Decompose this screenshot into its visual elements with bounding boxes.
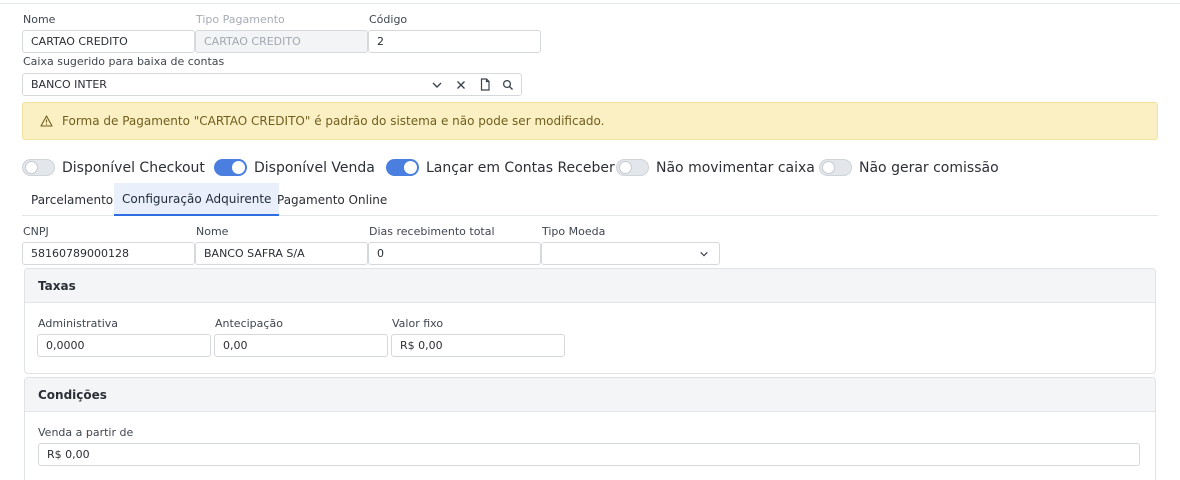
codigo-label: Código <box>369 13 408 26</box>
dias-recebimento-label: Dias recebimento total <box>369 225 495 238</box>
codigo-input[interactable]: 2 <box>368 30 541 53</box>
toggle-label: Disponível Venda <box>254 159 375 176</box>
cnpj-label: CNPJ <box>23 225 49 238</box>
toggle-nao-gerar-comissao[interactable]: Não gerar comissão <box>819 159 999 176</box>
alert-text: Forma de Pagamento "CARTAO CREDITO" é pa… <box>62 114 605 128</box>
venda-a-partir-input[interactable]: R$ 0,00 <box>38 443 1140 466</box>
chevron-down-icon[interactable] <box>428 76 446 94</box>
adquirente-nome-input[interactable]: BANCO SAFRA S/A <box>195 242 368 265</box>
tipo-pagamento-input: CARTAO CREDITO <box>195 30 368 53</box>
venda-a-partir-label: Venda a partir de <box>38 426 134 439</box>
taxas-title: Taxas <box>25 269 1155 303</box>
cnpj-input[interactable]: 58160789000128 <box>22 242 195 265</box>
administrativa-input[interactable]: 0,0000 <box>37 334 211 357</box>
switch-nao-movimentar-caixa[interactable] <box>616 159 649 176</box>
nome-label: Nome <box>23 13 56 26</box>
condicoes-title: Condições <box>25 378 1155 412</box>
toggle-nao-movimentar-caixa[interactable]: Não movimentar caixa <box>616 159 815 176</box>
taxas-panel: Taxas Administrativa 0,0000 Antecipação … <box>24 268 1156 374</box>
search-icon[interactable] <box>499 76 517 94</box>
tipo-pagamento-label: Tipo Pagamento <box>196 13 285 26</box>
condicoes-panel: Condições Venda a partir de R$ 0,00 <box>24 377 1156 480</box>
chevron-down-icon[interactable] <box>695 245 713 263</box>
tab-bar: Parcelamento Configuração Adquirente Pag… <box>22 183 1158 216</box>
toggle-label: Lançar em Contas Receber <box>426 159 615 176</box>
close-icon[interactable] <box>452 76 470 94</box>
warning-icon <box>40 115 53 127</box>
tab-parcelamento[interactable]: Parcelamento <box>23 183 121 216</box>
toggle-disponivel-checkout[interactable]: Disponível Checkout <box>22 159 205 176</box>
valor-fixo-label: Valor fixo <box>392 317 444 330</box>
tipo-moeda-select[interactable] <box>541 242 720 265</box>
system-default-alert: Forma de Pagamento "CARTAO CREDITO" é pa… <box>22 102 1158 140</box>
dias-recebimento-input[interactable]: 0 <box>368 242 541 265</box>
caixa-label: Caixa sugerido para baixa de contas <box>23 55 225 68</box>
tab-configuracao-adquirente[interactable]: Configuração Adquirente <box>114 183 280 216</box>
caixa-select[interactable]: BANCO INTER <box>22 73 522 96</box>
top-divider <box>0 3 1180 4</box>
caixa-value: BANCO INTER <box>31 78 107 91</box>
nome-input[interactable]: CARTAO CREDITO <box>22 30 195 53</box>
tab-pagamento-online[interactable]: Pagamento Online <box>269 183 395 216</box>
toggle-label: Disponível Checkout <box>62 159 205 176</box>
switch-nao-gerar-comissao[interactable] <box>819 159 852 176</box>
toggle-lancar-contas-receber[interactable]: Lançar em Contas Receber <box>386 159 615 176</box>
antecipacao-input[interactable]: 0,00 <box>214 334 388 357</box>
switch-lancar-contas-receber[interactable] <box>386 159 419 176</box>
adquirente-nome-label: Nome <box>196 225 229 238</box>
switch-disponivel-checkout[interactable] <box>22 159 55 176</box>
toggle-label: Não gerar comissão <box>859 159 999 176</box>
antecipacao-label: Antecipação <box>215 317 283 330</box>
tipo-moeda-label: Tipo Moeda <box>542 225 606 238</box>
toggle-label: Não movimentar caixa <box>656 159 815 176</box>
document-icon[interactable] <box>476 76 494 94</box>
switch-disponivel-venda[interactable] <box>214 159 247 176</box>
toggle-disponivel-venda[interactable]: Disponível Venda <box>214 159 375 176</box>
administrativa-label: Administrativa <box>38 317 119 330</box>
valor-fixo-input[interactable]: R$ 0,00 <box>391 334 565 357</box>
